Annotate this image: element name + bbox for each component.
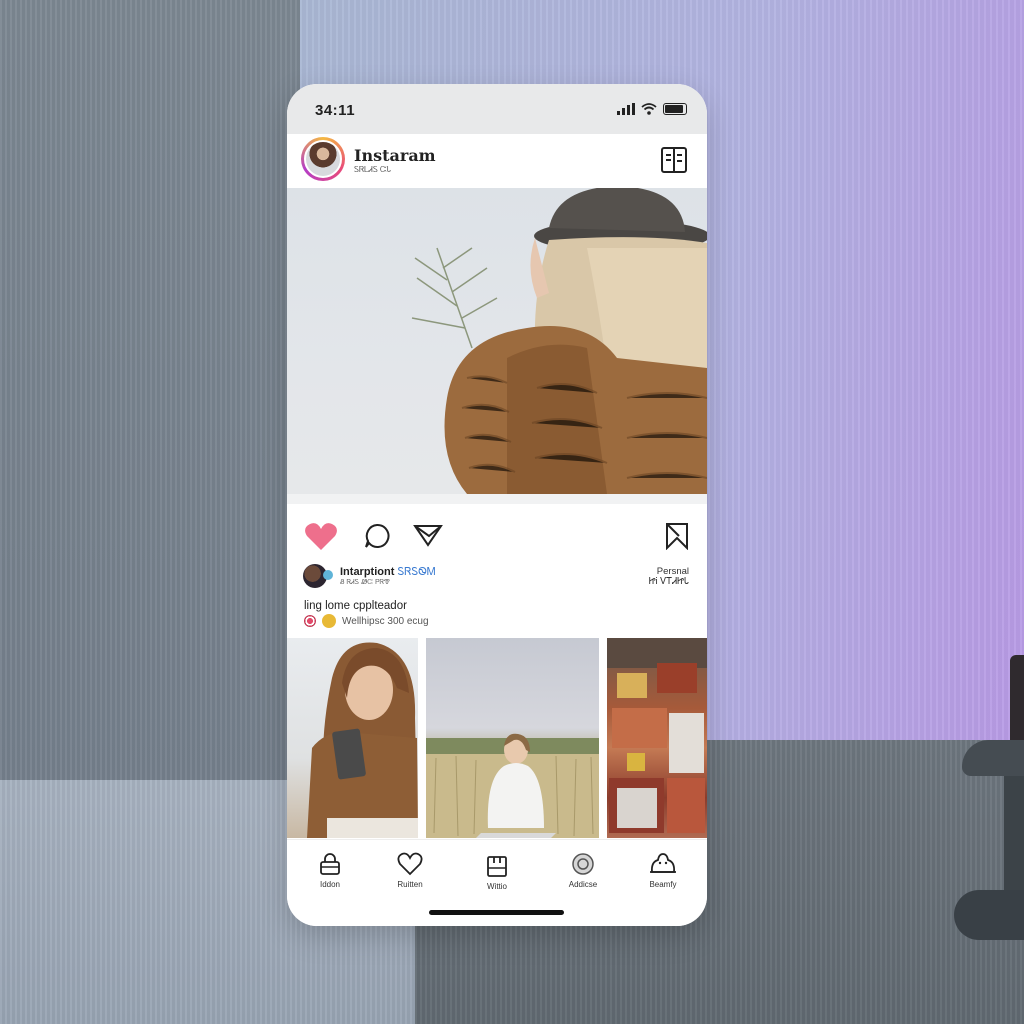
nav-label-activity: Ruitten: [397, 880, 423, 889]
app-header: Instaram ᏚᏒᏞᏗᏚ ᏨᏓ: [287, 134, 707, 189]
circle-icon: [572, 853, 594, 875]
post-photo[interactable]: [287, 188, 707, 494]
lock-icon: [320, 853, 340, 875]
status-bar: 34:11: [287, 84, 707, 134]
heart-outline-icon: [397, 852, 423, 876]
grid-photo-1-illustration: [307, 642, 418, 838]
post-photo-illustration: [411, 188, 707, 494]
profile-avatar[interactable]: [301, 137, 345, 181]
post-owner-row[interactable]: Intarptiont ᏚᏒᏚᏫᎷ Ᏸ ᏒᏗᏚ ᏪᏨ ᏢᏒᏡ Persnal Ꮵ…: [287, 562, 707, 592]
post-caption: ling lome cpplteador: [304, 600, 407, 612]
share-icon[interactable]: [413, 522, 443, 548]
signal-icon: [617, 103, 635, 115]
grid-photo-3-illustration: [607, 638, 707, 833]
post-photo-divider: [287, 494, 707, 504]
nav-label-home: Iddon: [319, 880, 341, 889]
post-meta: Wellhipsc 300 ecug: [304, 614, 429, 628]
grid-photo-3[interactable]: [607, 638, 707, 838]
grid-photo-2[interactable]: [426, 638, 599, 838]
phone-screen: 34:11 Instaram ᏚᏒᏞᏗᏚ ᏨᏓ Intarptiont ᏚᏒᏚᏫ…: [287, 84, 707, 926]
bag-icon: [487, 856, 507, 877]
post-meta-text: Wellhipsc 300 ecug: [342, 615, 429, 627]
owner-meta-line2: ᏥᎥ ᏙᎢᏗᏥᏓ: [648, 576, 689, 587]
nav-label-explore: Addicse: [568, 880, 598, 889]
background-side-table: [954, 740, 1024, 960]
wifi-icon: [641, 103, 657, 115]
owner-meta: Persnal ᏥᎥ ᏙᎢᏗᏥᏓ: [649, 567, 689, 587]
owner-name[interactable]: Intarptiont ᏚᏒᏚᏫᎷ: [340, 566, 436, 579]
home-indicator[interactable]: [429, 910, 564, 915]
nav-label-profile: Beamfy: [649, 880, 677, 889]
app-subtitle: ᏚᏒᏞᏗᏚ ᏨᏓ: [354, 165, 392, 174]
nav-item-shop[interactable]: Wittio: [462, 852, 532, 891]
background-plant-pot: [1010, 655, 1024, 750]
app-title: Instaram: [354, 146, 436, 165]
creature-icon: [650, 853, 676, 873]
grid-photo-1[interactable]: [287, 638, 418, 838]
owner-subtitle: Ᏸ ᏒᏗᏚ ᏪᏨ ᏢᏒᏡ: [340, 579, 390, 586]
owner-handle[interactable]: ᏚᏒᏚᏫᎷ: [397, 566, 435, 578]
nav-item-profile[interactable]: Beamfy: [628, 852, 698, 889]
like-heart-icon[interactable]: [304, 522, 338, 552]
messages-icon[interactable]: [659, 145, 689, 175]
reaction-badge-icon: [304, 615, 316, 627]
status-time: 34:11: [315, 102, 356, 119]
bookmark-icon[interactable]: [665, 522, 689, 550]
photo-grid: [287, 638, 707, 838]
nav-label-shop: Wittio: [487, 882, 507, 891]
nav-item-activity[interactable]: Ruitten: [375, 852, 445, 889]
owner-story-dot: [323, 570, 333, 580]
grid-photo-2-illustration: [426, 733, 599, 838]
background-wall-left: [0, 0, 310, 790]
nav-item-explore[interactable]: Addicse: [548, 852, 618, 889]
nav-item-home[interactable]: Iddon: [295, 852, 365, 889]
gold-badge-icon: [322, 614, 336, 628]
battery-icon: [663, 103, 687, 115]
status-icons: [617, 102, 687, 116]
comment-icon[interactable]: [363, 522, 391, 550]
post-actions: [287, 514, 707, 558]
